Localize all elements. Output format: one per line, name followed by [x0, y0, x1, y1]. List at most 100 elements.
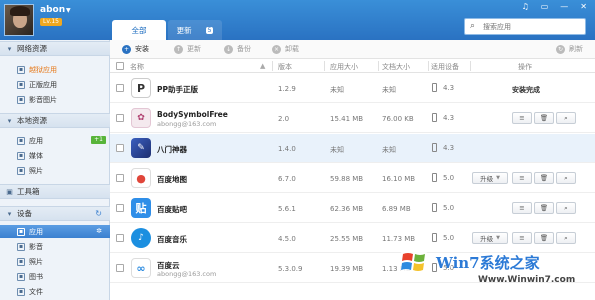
table-row[interactable]: 贴 百度贴吧 5.6.1 62.36 MB 6.89 MB 5.0 ≡ 🗑 ⌕: [110, 194, 595, 223]
table-row[interactable]: ✎ 八门神器 1.4.0 未知 未知 4.3: [110, 134, 595, 163]
sidebar-item-label: 正版应用: [29, 80, 57, 89]
sidebar-item-label: 照片: [29, 257, 43, 266]
details-button[interactable]: ≡: [512, 172, 532, 184]
list-icon: ≡: [519, 174, 525, 182]
phone-icon: [432, 233, 437, 242]
sidebar-group-label: 网络资源: [17, 44, 47, 53]
upgrade-button[interactable]: 升级 ▼: [472, 232, 508, 244]
sync-icon[interactable]: ✲: [96, 227, 102, 235]
doc-size: 76.00 KB: [382, 115, 414, 123]
sidebar-item-device-books[interactable]: ▪ 图书: [0, 270, 110, 283]
sidebar-item-device-media[interactable]: ▪ 影音: [0, 240, 110, 253]
sidebar-group-network[interactable]: ▾ 网络资源: [0, 41, 110, 56]
doc-size: 未知: [382, 146, 396, 154]
update-count-badge: 5: [205, 26, 214, 34]
backup-label: 备份: [237, 45, 251, 53]
refresh-icon[interactable]: ↻: [95, 209, 102, 218]
search-button[interactable]: ⌕: [556, 112, 576, 124]
search-button[interactable]: ⌕: [556, 172, 576, 184]
column-version[interactable]: 版本: [278, 62, 292, 72]
restore-icon[interactable]: ▭: [541, 2, 549, 11]
sidebar-group-toolbox[interactable]: ▣ 工具箱: [0, 184, 110, 199]
backup-button[interactable]: ↓ 备份: [224, 44, 251, 54]
row-checkbox[interactable]: [116, 144, 124, 152]
sidebar-item-media[interactable]: ▪ 影音图片: [0, 93, 110, 106]
column-doc-size[interactable]: 文档大小: [382, 62, 410, 72]
install-button[interactable]: + 安装: [122, 44, 149, 54]
sidebar-item-device-apps[interactable]: ▪ 应用 ✲: [0, 225, 110, 238]
details-button[interactable]: ≡: [512, 112, 532, 124]
username[interactable]: abon: [40, 5, 65, 15]
minimize-icon[interactable]: —: [560, 2, 568, 11]
magnifier-icon: ⌕: [564, 233, 568, 242]
sidebar-item-official-apps[interactable]: ▪ 正版应用: [0, 78, 110, 91]
column-name[interactable]: 名称: [130, 62, 144, 72]
tab-update-label: 更新: [176, 25, 192, 35]
update-button[interactable]: ↑ 更新: [174, 44, 201, 54]
list-icon: ≡: [519, 234, 525, 242]
sidebar-item-device-files[interactable]: ▪ 文件: [0, 285, 110, 298]
list-icon: ≡: [519, 114, 525, 122]
search-icon[interactable]: ⌕: [470, 21, 475, 31]
trash-icon: 🗑: [539, 234, 549, 242]
search-input[interactable]: [483, 20, 581, 33]
tab-update[interactable]: 更新 5: [168, 20, 222, 40]
row-checkbox[interactable]: [116, 84, 124, 92]
row-checkbox[interactable]: [116, 264, 124, 272]
avatar-hair: [10, 6, 30, 16]
column-device[interactable]: 适用设备: [431, 62, 459, 72]
music-icon[interactable]: ♫: [522, 2, 529, 11]
table-row[interactable]: ♪ 百度音乐 4.5.0 25.55 MB 11.73 MB 5.0 升级 ▼ ≡…: [110, 224, 595, 253]
sidebar: ▾ 网络资源 ▪ 越狱应用 ▪ 正版应用 ▪ 影音图片 ▾ 本地资源 ▪ 应用 +1 ▪ 媒体 …: [0, 40, 110, 300]
sidebar-group-device[interactable]: ▾ 设备 ↻: [0, 206, 110, 221]
column-app-size[interactable]: 应用大小: [330, 62, 358, 72]
user-menu-caret-icon[interactable]: ▼: [66, 7, 71, 14]
sort-icon[interactable]: ▲: [260, 62, 265, 70]
phone-icon: [432, 143, 437, 152]
details-button[interactable]: ≡: [512, 202, 532, 214]
app-account: abongg@163.com: [157, 270, 217, 278]
device-version: 4.3: [443, 113, 455, 122]
upgrade-label: 升级: [480, 235, 494, 243]
window-controls: ♫ ▭ — ✕: [522, 2, 587, 11]
upgrade-button[interactable]: 升级 ▼: [472, 172, 508, 184]
row-checkbox[interactable]: [116, 204, 124, 212]
sidebar-item-label: 影音: [29, 242, 43, 251]
search-button[interactable]: ⌕: [556, 232, 576, 244]
avatar[interactable]: [4, 4, 34, 36]
tab-all[interactable]: 全部: [112, 20, 166, 40]
level-badge: Lv.15: [40, 18, 62, 26]
column-divider: [378, 61, 379, 71]
bamen-app-icon: ✎: [131, 138, 151, 158]
row-checkbox[interactable]: [116, 114, 124, 122]
device-version: 4.3: [443, 143, 455, 152]
table-row[interactable]: P PP助手正版 1.2.9 未知 未知 4.3 安装完成: [110, 74, 595, 103]
sidebar-item-jailbreak-apps[interactable]: ▪ 越狱应用: [0, 63, 110, 76]
delete-button[interactable]: 🗑: [534, 112, 554, 124]
row-checkbox[interactable]: [116, 174, 124, 182]
delete-button[interactable]: 🗑: [534, 232, 554, 244]
column-divider: [272, 61, 273, 71]
row-checkbox[interactable]: [116, 234, 124, 242]
device-compat: 4.3: [432, 113, 454, 122]
sidebar-item-local-photos[interactable]: ▪ 照片: [0, 164, 110, 177]
chevron-down-icon: ▼: [496, 175, 500, 181]
doc-size: 6.89 MB: [382, 205, 411, 213]
search-button[interactable]: ⌕: [556, 202, 576, 214]
delete-button[interactable]: 🗑: [534, 202, 554, 214]
delete-button[interactable]: 🗑: [534, 172, 554, 184]
details-button[interactable]: ≡: [512, 232, 532, 244]
refresh-button[interactable]: ↻ 刷新: [556, 44, 583, 54]
close-icon[interactable]: ✕: [580, 2, 587, 11]
sidebar-item-local-apps[interactable]: ▪ 应用 +1: [0, 134, 110, 147]
photo-icon: ▪: [17, 166, 25, 175]
table-row[interactable]: ✿ BodySymbolFree abongg@163.com 2.0 15.4…: [110, 104, 595, 133]
sidebar-item-local-media[interactable]: ▪ 媒体: [0, 149, 110, 162]
sidebar-group-label: 工具箱: [17, 187, 40, 196]
select-all-checkbox[interactable]: [116, 62, 124, 70]
sidebar-item-device-photos[interactable]: ▪ 照片: [0, 255, 110, 268]
table-row[interactable]: ● 百度地图 6.7.0 59.88 MB 16.10 MB 5.0 升级 ▼ ≡…: [110, 164, 595, 193]
sidebar-group-local[interactable]: ▾ 本地资源: [0, 113, 110, 128]
uninstall-label: 卸载: [285, 45, 299, 53]
uninstall-button[interactable]: × 卸载: [272, 44, 299, 54]
